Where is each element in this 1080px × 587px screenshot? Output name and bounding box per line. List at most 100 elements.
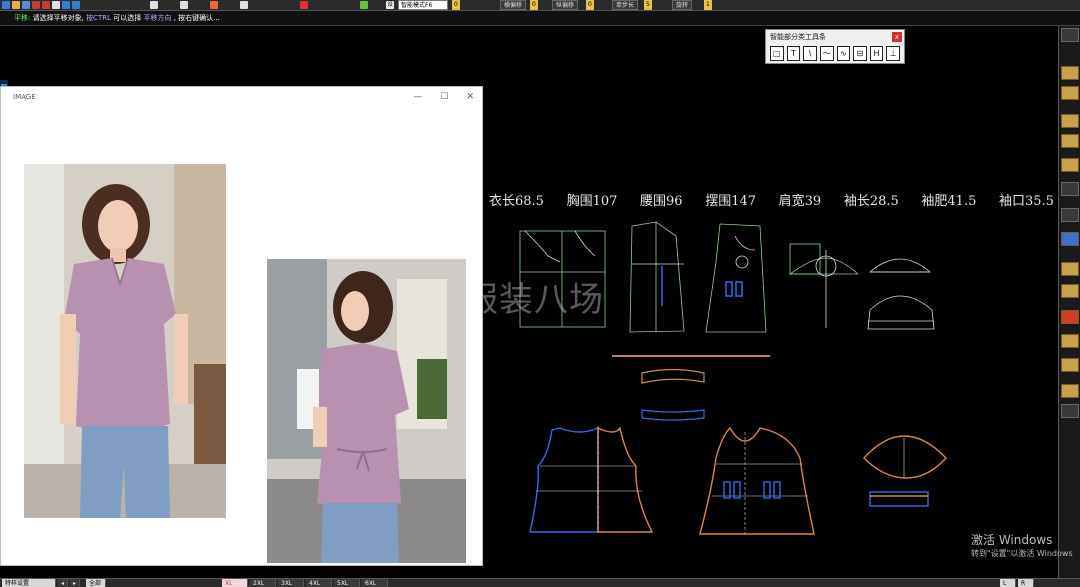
measure-icon[interactable] — [210, 1, 218, 9]
draft-sleeve[interactable] — [789, 243, 859, 328]
maximize-icon[interactable]: ☐ — [440, 87, 448, 107]
panel-tool-button[interactable] — [1061, 66, 1079, 80]
wave-tool-icon[interactable]: ∿ — [836, 46, 851, 61]
panel-tool-button[interactable] — [1061, 158, 1079, 172]
panel-tool-button[interactable] — [1061, 182, 1079, 196]
draft-cuff-collar[interactable] — [867, 258, 935, 330]
measurement-line: 衣长68.5 胸围107 腰围96 摆围147 肩宽39 袖长28.5 袖肥41… — [489, 190, 1054, 209]
tool-row: □ T \ 〜 ∿ ⊟ H ⊥ — [766, 44, 904, 63]
field-2-value[interactable]: 0 — [586, 0, 594, 10]
close-icon[interactable]: x — [892, 32, 902, 42]
panel-tool-button[interactable] — [1061, 310, 1079, 324]
split-tool-icon[interactable]: ⊟ — [853, 46, 867, 61]
perpendicular-tool-icon[interactable]: ⊥ — [886, 46, 900, 61]
new-icon[interactable] — [2, 1, 10, 9]
tool-window-title-text: 智能部分类工具条 — [770, 33, 826, 41]
color-icon[interactable] — [360, 1, 368, 9]
size-tab-2xl[interactable]: 2XL — [250, 579, 276, 587]
image-window-title: IMAGE — [13, 93, 36, 101]
ruler-icon[interactable] — [240, 1, 248, 9]
right-toggle[interactable]: R — [1018, 579, 1034, 587]
measure-waist: 腰围96 — [640, 194, 683, 209]
draft-back-bodice[interactable] — [705, 223, 767, 333]
hint-text-1: 请选择平移对象, — [32, 14, 84, 22]
h-tool-icon[interactable]: H — [869, 46, 884, 61]
settings-icon[interactable]: 设 — [386, 1, 394, 9]
panel-tool-button[interactable] — [1061, 28, 1079, 42]
panel-tool-button[interactable] — [1061, 334, 1079, 348]
measure-sleeve-length: 袖长28.5 — [843, 194, 899, 209]
hint-text-2: 可以选择 — [113, 14, 142, 22]
zoom-out-icon[interactable] — [42, 1, 50, 9]
field-4-value[interactable]: 1 — [704, 0, 712, 10]
field-0-value[interactable]: 0 — [452, 0, 460, 10]
close-icon[interactable]: ✕ — [466, 87, 474, 107]
cad-app-window: 设 智能模式F6 0 横偏移 0 纵偏移 0 单步长 5 旋转 1 平移: 请选… — [0, 0, 1080, 587]
size-tab-5xl[interactable]: 5XL — [334, 579, 360, 587]
right-tool-panel — [1058, 26, 1080, 578]
rectangle-tool-icon[interactable]: □ — [770, 46, 784, 61]
size-tab-3xl[interactable]: 3XL — [278, 579, 304, 587]
curve-tool-icon[interactable]: 〜 — [819, 46, 834, 61]
hint-key-1: 按CTRL — [86, 14, 111, 22]
measure-cuff: 袖口35.5 — [998, 194, 1054, 209]
smart-tool-window[interactable]: 智能部分类工具条 x □ T \ 〜 ∿ ⊟ H ⊥ — [765, 29, 905, 64]
move-icon[interactable] — [180, 1, 188, 9]
panel-tool-button[interactable] — [1061, 86, 1079, 100]
measure-shoulder: 肩宽39 — [778, 194, 822, 209]
draft-front-bodice[interactable] — [629, 221, 685, 333]
panel-tool-button[interactable] — [1061, 208, 1079, 222]
piece-front[interactable] — [529, 426, 654, 533]
watermark-text: 服装八场 — [464, 280, 604, 320]
activate-title: 激活 Windows — [971, 533, 1053, 547]
piece-back[interactable] — [699, 426, 815, 535]
tool-window-title[interactable]: 智能部分类工具条 x — [766, 30, 904, 44]
redo-icon[interactable] — [72, 1, 80, 9]
minimize-icon[interactable]: — — [413, 87, 422, 107]
activate-windows-notice: 激活 Windows 转到"设置"以激活 Windows — [971, 532, 1073, 560]
activate-subtitle: 转到"设置"以激活 Windows — [971, 549, 1073, 558]
piece-collar[interactable] — [863, 435, 947, 507]
size-tab-6xl[interactable]: 6XL — [362, 579, 388, 587]
measure-bust: 胸围107 — [566, 194, 618, 209]
panel-tool-button[interactable] — [1061, 404, 1079, 418]
size-tab-4xl[interactable]: 4XL — [306, 579, 332, 587]
hint-command: 平移: — [14, 14, 31, 22]
panel-tool-button[interactable] — [1061, 232, 1079, 246]
zoom-in-icon[interactable] — [32, 1, 40, 9]
prev-arrow-icon[interactable]: ◂ — [58, 579, 68, 587]
next-arrow-icon[interactable]: ▸ — [70, 579, 80, 587]
field-3-value[interactable]: 5 — [644, 0, 652, 10]
panel-tool-button[interactable] — [1061, 114, 1079, 128]
all-sizes-tab[interactable]: 全部 — [86, 579, 106, 587]
image-window-titlebar[interactable]: IMAGE — ☐ ✕ — [1, 87, 482, 107]
left-toggle[interactable]: L — [1000, 579, 1016, 587]
image-viewer-window[interactable]: IMAGE — ☐ ✕ — [0, 86, 483, 566]
command-hint-bar: 平移: 请选择平移对象, 按CTRL 可以选择 平移方向 , 按右键确认... — [0, 11, 1080, 26]
layer-icon[interactable] — [300, 1, 308, 9]
measure-length: 衣长68.5 — [489, 194, 544, 209]
mode-select[interactable]: 智能模式F6 — [398, 0, 448, 10]
panel-tool-button[interactable] — [1061, 284, 1079, 298]
hint-text-3: , 按右键确认... — [173, 14, 220, 22]
field-1-value[interactable]: 0 — [530, 0, 538, 10]
undo-icon[interactable] — [62, 1, 70, 9]
piece-waist-band[interactable] — [641, 368, 705, 421]
save-icon[interactable] — [22, 1, 30, 9]
panel-tool-button[interactable] — [1061, 384, 1079, 398]
pan-icon[interactable] — [52, 1, 60, 9]
photo-back-view — [267, 259, 466, 563]
field-3-label: 单步长 — [612, 0, 639, 10]
line-tool-icon[interactable]: \ — [803, 46, 817, 61]
photo-front-view — [24, 164, 226, 518]
rotate-icon[interactable] — [150, 1, 158, 9]
open-icon[interactable] — [12, 1, 20, 9]
text-tool-icon[interactable]: T — [786, 46, 801, 61]
panel-tool-button[interactable] — [1061, 358, 1079, 372]
panel-tool-button[interactable] — [1061, 134, 1079, 148]
field-1-label: 横偏移 — [500, 0, 527, 10]
panel-tool-button[interactable] — [1061, 262, 1079, 276]
settings-tab[interactable]: 特样设置 — [2, 579, 56, 587]
size-tab-xl[interactable]: XL — [222, 579, 248, 587]
measure-hem: 摆围147 — [705, 194, 757, 209]
